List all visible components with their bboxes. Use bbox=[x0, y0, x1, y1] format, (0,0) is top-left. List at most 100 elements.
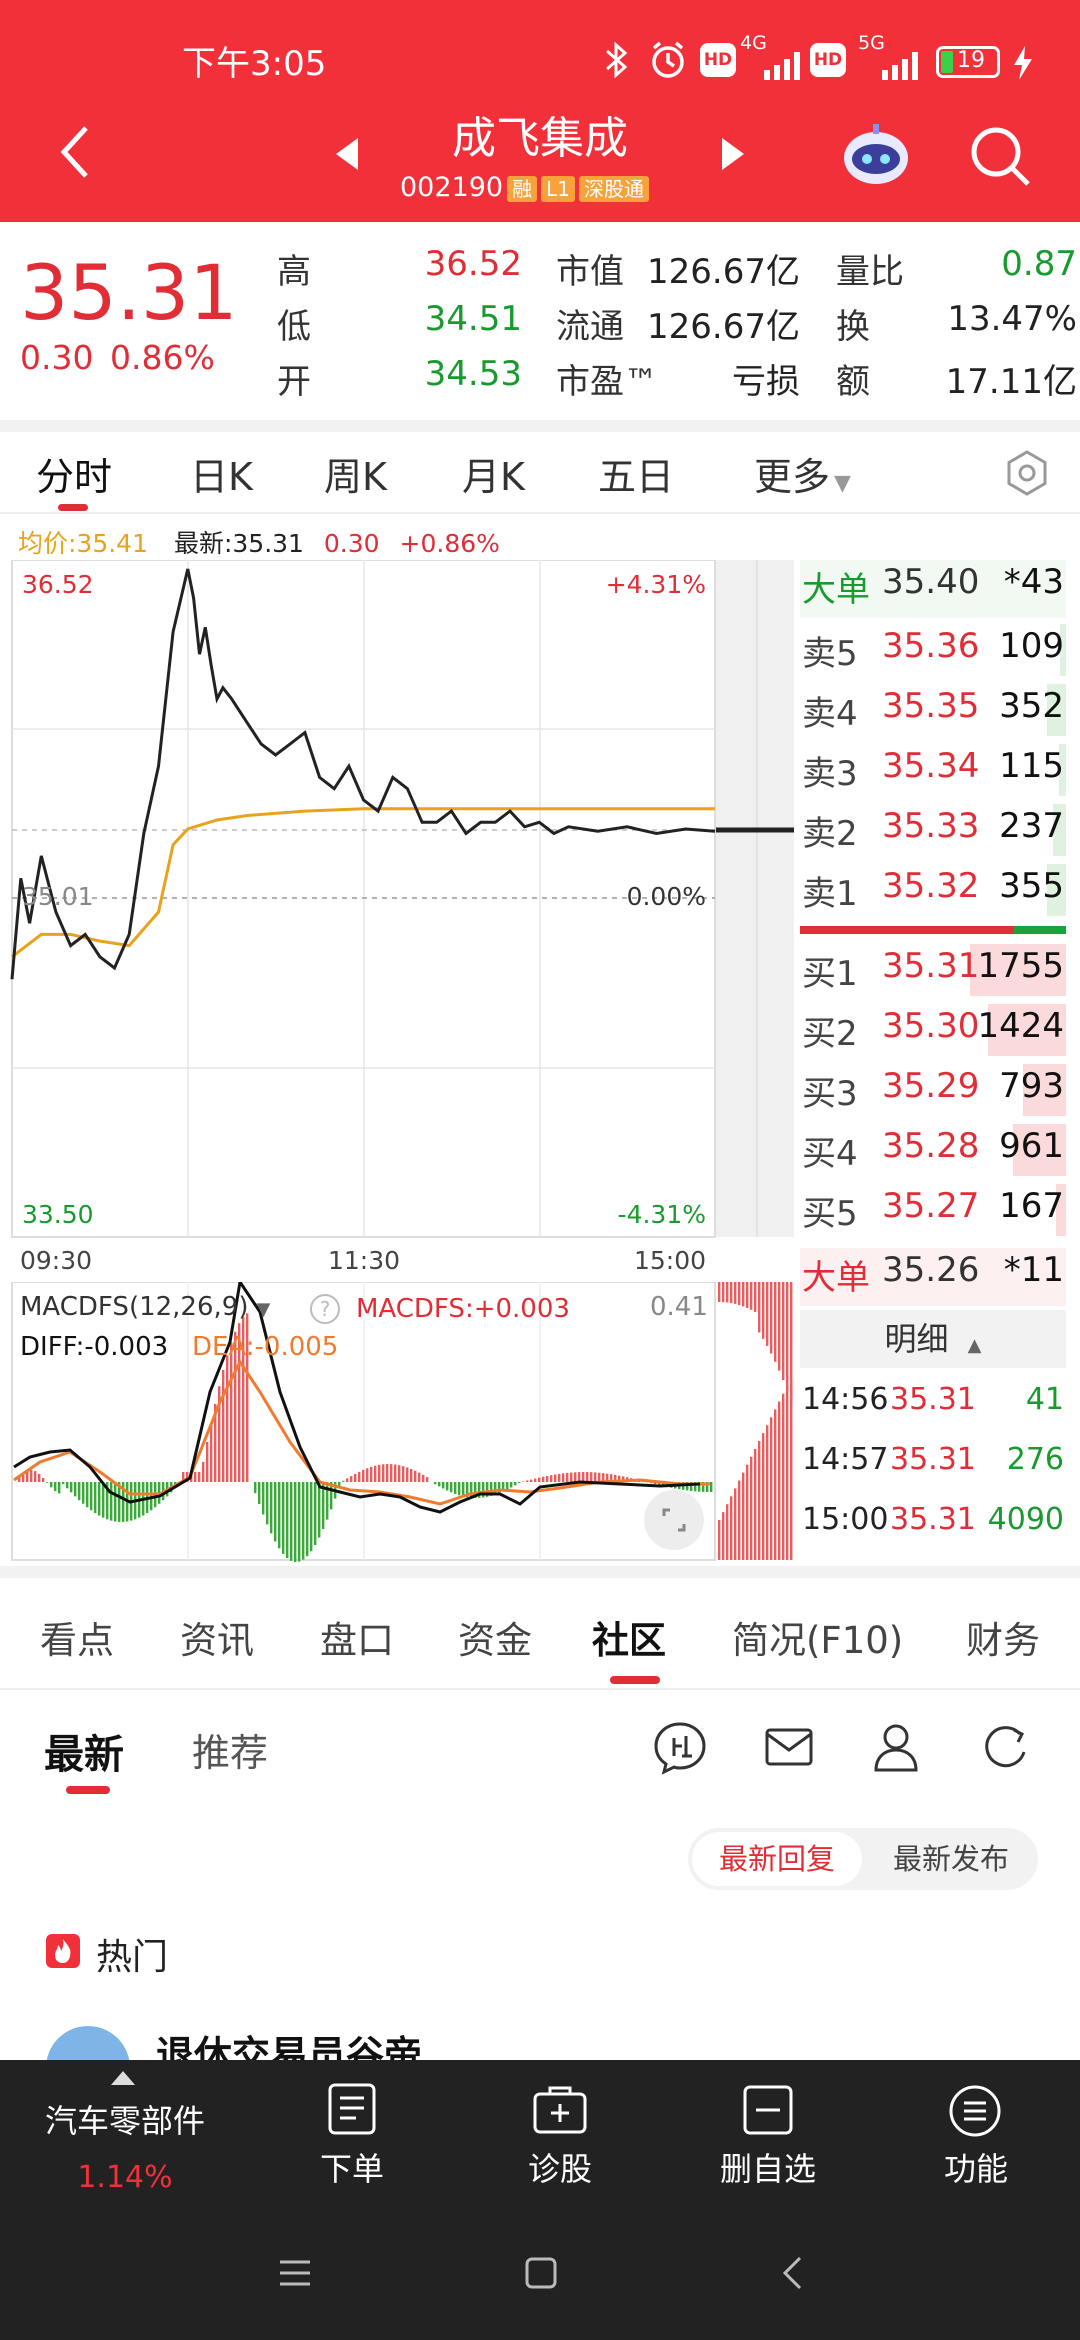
remove-watchlist-button[interactable]: 删自选 bbox=[698, 2144, 838, 2190]
tab-daily-k[interactable]: 日K bbox=[190, 446, 253, 501]
sell-row[interactable]: 卖5 35.36 109 bbox=[800, 622, 1066, 678]
fire-icon bbox=[46, 1934, 80, 1968]
x-start-label: 09:30 bbox=[20, 1246, 93, 1275]
tab-five-day[interactable]: 五日 bbox=[598, 446, 674, 501]
macd-bar bbox=[442, 1482, 445, 1489]
sell-vol: 237 bbox=[999, 806, 1064, 846]
macd-bar bbox=[346, 1478, 349, 1482]
sell-price: 35.36 bbox=[882, 626, 980, 666]
auction-bar-bottom bbox=[770, 1417, 773, 1560]
macd-bar bbox=[66, 1482, 69, 1489]
mail-icon[interactable] bbox=[764, 1726, 814, 1774]
macd-bar bbox=[554, 1474, 557, 1482]
help-icon[interactable]: ? bbox=[310, 1294, 340, 1324]
search-icon[interactable] bbox=[968, 124, 1032, 192]
next-stock-button[interactable] bbox=[720, 136, 746, 176]
high-value: 36.52 bbox=[424, 244, 522, 284]
macd-bar bbox=[378, 1464, 381, 1482]
sort-latest-reply[interactable]: 最新回复 bbox=[692, 1832, 862, 1886]
tab-more[interactable]: 更多 ▼ bbox=[754, 446, 851, 501]
refresh-icon[interactable] bbox=[980, 1722, 1032, 1778]
community-post-icon[interactable] bbox=[652, 1720, 708, 1780]
stock-code-row: 002190 融 L1 深股通 bbox=[400, 172, 649, 203]
diff-value: DIFF:-0.003 bbox=[20, 1332, 169, 1362]
section-tab-6[interactable]: 财务 bbox=[966, 1610, 1040, 1664]
stock-code: 002190 bbox=[400, 172, 504, 203]
tab-recommend[interactable]: 推荐 bbox=[192, 1722, 268, 1777]
macd-bar bbox=[102, 1482, 105, 1518]
sell-row[interactable]: 卖4 35.35 352 bbox=[800, 682, 1066, 738]
user-icon[interactable] bbox=[872, 1722, 920, 1776]
section-tab-3[interactable]: 资金 bbox=[458, 1610, 532, 1664]
buy-row[interactable]: 买1 35.31 1755 bbox=[800, 942, 1066, 998]
sell-price: 35.32 bbox=[882, 866, 980, 906]
back-button[interactable] bbox=[56, 122, 92, 186]
macd-bar bbox=[550, 1475, 553, 1482]
macd-bar bbox=[398, 1465, 401, 1482]
settings-hexagon-icon[interactable] bbox=[1002, 448, 1052, 502]
sell-row[interactable]: 卖1 35.32 355 bbox=[800, 862, 1066, 918]
tab-latest[interactable]: 最新 bbox=[44, 1722, 124, 1780]
expand-up-icon[interactable] bbox=[110, 2070, 136, 2090]
sector-name[interactable]: 汽车零部件 bbox=[0, 2096, 250, 2142]
sell-row[interactable]: 卖2 35.33 237 bbox=[800, 802, 1066, 858]
macd-bar bbox=[562, 1473, 565, 1482]
sell-row[interactable]: 卖3 35.34 115 bbox=[800, 742, 1066, 798]
auction-bar-bottom bbox=[722, 1512, 725, 1560]
macd-bar bbox=[78, 1482, 81, 1501]
recents-nav-icon[interactable] bbox=[278, 2258, 312, 2292]
macd-bar bbox=[462, 1482, 465, 1497]
order-icon[interactable] bbox=[326, 2082, 378, 2142]
detail-label: 明细 bbox=[884, 1320, 949, 1358]
amount-value: 17.11亿 bbox=[945, 362, 1077, 402]
app-header: 下午3:05 HD 4G HD 5G 19 成飞集成 002190 融 L1 深股通 bbox=[0, 0, 1080, 222]
prev-stock-button[interactable] bbox=[334, 136, 360, 176]
macd-bar bbox=[438, 1482, 441, 1487]
remove-watchlist-icon[interactable] bbox=[742, 2084, 794, 2140]
buy-price: 35.31 bbox=[882, 946, 980, 986]
expand-chart-button[interactable] bbox=[644, 1490, 704, 1550]
macd-bar bbox=[298, 1482, 301, 1562]
robot-assistant-icon[interactable] bbox=[840, 122, 912, 190]
buy-label: 买3 bbox=[802, 1074, 858, 1114]
tab-monthly-k[interactable]: 月K bbox=[462, 446, 525, 501]
section-tab-5[interactable]: 简况(F10) bbox=[732, 1610, 903, 1664]
hd-icon-2: HD bbox=[810, 43, 846, 77]
macd-bar bbox=[410, 1468, 413, 1482]
diagnose-icon[interactable] bbox=[532, 2084, 588, 2140]
section-tab-0[interactable]: 看点 bbox=[40, 1610, 114, 1664]
macd-bar bbox=[282, 1482, 285, 1554]
order-button[interactable]: 下单 bbox=[292, 2144, 412, 2190]
home-nav-icon[interactable] bbox=[524, 2256, 558, 2294]
sort-latest-post[interactable]: 最新发布 bbox=[868, 1832, 1034, 1886]
buy-row[interactable]: 买4 35.28 961 bbox=[800, 1122, 1066, 1178]
macd-bar bbox=[38, 1473, 41, 1482]
tab-intraday[interactable]: 分时 bbox=[36, 446, 112, 501]
tab-weekly-k[interactable]: 周K bbox=[324, 446, 387, 501]
auction-bar-bottom bbox=[734, 1488, 737, 1560]
section-tab-4[interactable]: 社区 bbox=[592, 1610, 666, 1664]
diagnose-button[interactable]: 诊股 bbox=[500, 2144, 620, 2190]
divider bbox=[0, 512, 1080, 514]
detail-toggle[interactable]: 明细 ▲ bbox=[800, 1310, 1066, 1368]
macd-bar bbox=[194, 1472, 197, 1482]
macd-indicator-selector[interactable]: MACDFS(12,26,9) ▼ bbox=[20, 1292, 270, 1322]
function-button[interactable]: 功能 bbox=[916, 2144, 1036, 2190]
buy-row[interactable]: 买2 35.30 1424 bbox=[800, 1002, 1066, 1058]
sell-price: 35.35 bbox=[882, 686, 980, 726]
macd-bar bbox=[94, 1482, 97, 1514]
macd-bar bbox=[278, 1482, 281, 1549]
buy-row[interactable]: 买3 35.29 793 bbox=[800, 1062, 1066, 1118]
menu-circle-icon[interactable] bbox=[948, 2084, 1002, 2142]
back-nav-icon[interactable] bbox=[780, 2254, 804, 2296]
macd-bar bbox=[230, 1342, 233, 1482]
buy-price: 35.28 bbox=[882, 1126, 980, 1166]
macd-bar bbox=[402, 1466, 405, 1482]
auction-bar-bottom bbox=[758, 1441, 761, 1560]
buy-row[interactable]: 买5 35.27 167 bbox=[800, 1182, 1066, 1238]
price-change: 0.30 bbox=[20, 338, 94, 377]
section-tab-2[interactable]: 盘口 bbox=[320, 1610, 394, 1664]
auction-bar-top bbox=[750, 1282, 753, 1310]
auction-bar-bottom bbox=[726, 1504, 729, 1560]
section-tab-1[interactable]: 资讯 bbox=[180, 1610, 254, 1664]
